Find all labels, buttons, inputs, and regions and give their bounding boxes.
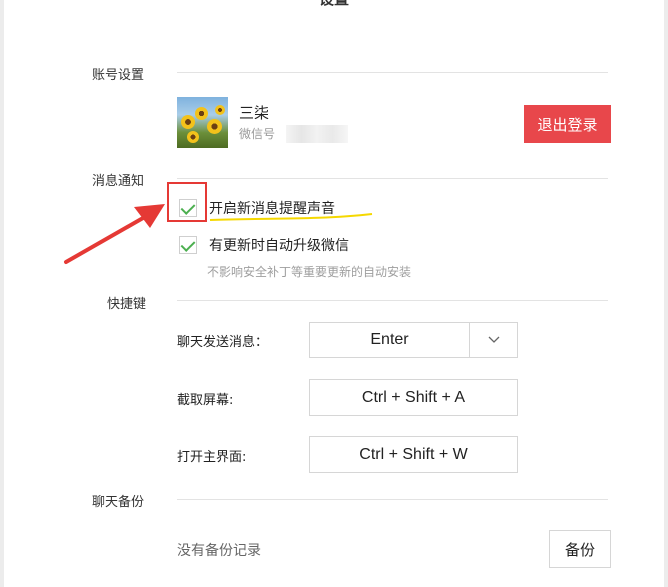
- shortcut-open-main-label: 打开主界面:: [177, 450, 247, 465]
- shortcut-open-main-input[interactable]: Ctrl + Shift + W: [309, 436, 518, 473]
- shortcut-screenshot-label: 截取屏幕:: [177, 393, 234, 408]
- shortcut-send-dropdown-button[interactable]: [469, 322, 518, 358]
- section-divider: [177, 72, 608, 73]
- arrow-head-icon: [134, 204, 165, 228]
- section-divider: [177, 499, 608, 500]
- section-divider: [177, 178, 608, 179]
- section-divider: [177, 300, 608, 301]
- backup-button[interactable]: 备份: [549, 530, 611, 568]
- shortcut-send-select[interactable]: Enter: [309, 322, 470, 358]
- backup-empty-text: 没有备份记录: [177, 543, 261, 559]
- auto-update-hint: 不影响安全补丁等重要更新的自动安装: [207, 265, 412, 279]
- account-nickname: 三柒: [239, 104, 270, 122]
- auto-update-label: 有更新时自动升级微信: [209, 238, 349, 254]
- logout-button[interactable]: 退出登录: [524, 105, 611, 143]
- section-label-account: 账号设置: [92, 68, 145, 83]
- wechat-id-masked: [286, 125, 348, 143]
- window-title: 设置: [0, 0, 668, 9]
- window-border-left: [0, 0, 4, 587]
- section-label-shortcuts: 快捷键: [107, 297, 147, 312]
- section-label-backup: 聊天备份: [92, 495, 145, 510]
- shortcut-send-label: 聊天发送消息：: [177, 335, 269, 350]
- avatar: [177, 97, 228, 148]
- wechat-id-label: 微信号: [239, 127, 276, 141]
- annotation-highlight-box: [167, 182, 207, 222]
- chevron-down-icon: [488, 336, 499, 343]
- sound-alert-label: 开启新消息提醒声音: [209, 201, 335, 217]
- auto-update-checkbox[interactable]: [179, 236, 197, 254]
- shortcut-screenshot-input[interactable]: Ctrl + Shift + A: [309, 379, 518, 416]
- arrow-icon: [64, 212, 152, 264]
- window-border-right: [664, 0, 668, 587]
- checkmark-icon: [180, 237, 196, 252]
- section-label-notifications: 消息通知: [92, 174, 145, 189]
